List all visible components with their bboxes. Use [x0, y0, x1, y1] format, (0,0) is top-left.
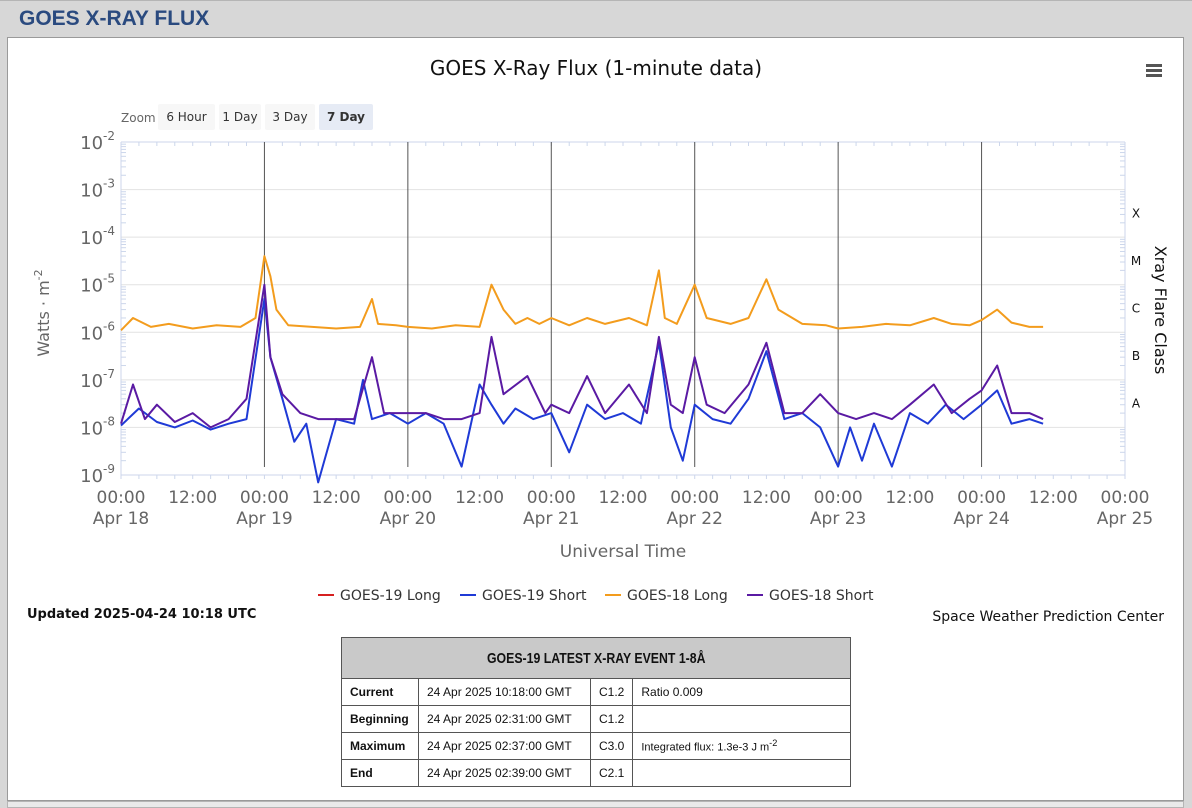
- y-axis-label: Watts · m-2: [32, 269, 53, 356]
- flare-class-label: C: [1132, 302, 1140, 316]
- x-tick-date: Apr 19: [236, 509, 292, 529]
- x-tick-time: 12:00: [168, 488, 217, 508]
- zoom-button-label: 6 Hour: [166, 110, 206, 124]
- x-tick-time: 12:00: [742, 488, 791, 508]
- flare-class-label: B: [1132, 349, 1140, 363]
- y-axis-label-sup: -2: [32, 269, 45, 280]
- flare-class-label: A: [1132, 397, 1141, 411]
- legend-label: GOES-18 Long: [627, 588, 728, 604]
- flare-class-label: M: [1131, 254, 1141, 268]
- event-table: GOES-19 LATEST X-RAY EVENT 1-8Å Current …: [341, 637, 851, 787]
- x-tick-time: 00:00: [670, 488, 719, 508]
- row-extra: [632, 705, 851, 733]
- zoom-label: Zoom: [121, 111, 156, 125]
- zoom-button-1-day[interactable]: 1 Day: [219, 104, 261, 130]
- x-tick-date: Apr 21: [523, 509, 579, 529]
- x-tick-time: 12:00: [885, 488, 934, 508]
- x-tick-date: Apr 25: [1097, 509, 1153, 529]
- legend-item-goes-19-long[interactable]: GOES-19 Long: [318, 588, 441, 604]
- x-tick-time: 12:00: [1029, 488, 1078, 508]
- updated-text: Updated 2025-04-24 10:18 UTC: [27, 607, 256, 622]
- legend-label: GOES-19 Long: [340, 588, 441, 604]
- zoom-button-label: 7 Day: [327, 110, 365, 124]
- chart-title: GOES X-Ray Flux (1-minute data): [430, 56, 762, 80]
- row-extra: Ratio 0.009: [632, 678, 851, 706]
- event-row-current: Current 24 Apr 2025 10:18:00 GMT C1.2 Ra…: [341, 678, 851, 706]
- row-time: 24 Apr 2025 02:31:00 GMT: [418, 705, 591, 733]
- legend-item-goes-18-short[interactable]: GOES-18 Short: [747, 588, 874, 604]
- x-tick-date: Apr 20: [380, 509, 436, 529]
- x-axis-label: Universal Time: [560, 542, 686, 562]
- bottom-strip: [7, 801, 1184, 808]
- row-time: 24 Apr 2025 02:37:00 GMT: [418, 732, 591, 760]
- row-label: Beginning: [341, 705, 419, 733]
- y-tick-label: 10-7: [80, 367, 115, 392]
- row-extra-text: Ratio 0.009: [641, 685, 703, 699]
- credit-text: Space Weather Prediction Center: [932, 609, 1164, 625]
- row-time: 24 Apr 2025 02:39:00 GMT: [418, 759, 591, 787]
- y-tick-label: 10-3: [80, 177, 115, 202]
- event-table-title-text: GOES-19 LATEST X-RAY EVENT 1-8Å: [486, 649, 706, 667]
- row-label: End: [341, 759, 419, 787]
- event-row-end: End 24 Apr 2025 02:39:00 GMT C2.1: [341, 759, 851, 787]
- zoom-button-3-day[interactable]: 3 Day: [265, 104, 315, 130]
- x-tick-time: 00:00: [1101, 488, 1150, 508]
- x-tick-date: Apr 18: [93, 509, 149, 529]
- x-tick-time: 00:00: [814, 488, 863, 508]
- row-extra: Integrated flux: 1.3e-3 J m-2: [632, 732, 851, 760]
- flare-class-label: X: [1132, 206, 1140, 220]
- y-tick-label: 10-6: [80, 319, 115, 344]
- row-time: 24 Apr 2025 10:18:00 GMT: [418, 678, 591, 706]
- x-tick-date: Apr 22: [666, 509, 722, 529]
- row-class: C3.0: [589, 732, 634, 760]
- row-label: Maximum: [341, 732, 419, 760]
- event-table-title: GOES-19 LATEST X-RAY EVENT 1-8Å: [341, 637, 851, 679]
- row-class: C1.2: [589, 678, 634, 706]
- y-tick-label: 10-4: [80, 224, 115, 249]
- y-tick-label: 10-9: [80, 462, 115, 487]
- y-tick-label: 10-8: [80, 414, 115, 439]
- y-axis-label-text: Watts · m: [34, 280, 53, 356]
- y-tick-label: 10-5: [80, 272, 115, 297]
- x-tick-time: 00:00: [527, 488, 576, 508]
- zoom-button-label: 3 Day: [272, 110, 307, 124]
- x-tick-time: 00:00: [957, 488, 1006, 508]
- zoom-button-6-hour[interactable]: 6 Hour: [158, 104, 215, 130]
- legend-label: GOES-18 Short: [769, 588, 874, 604]
- zoom-button-7-day[interactable]: 7 Day: [319, 104, 373, 130]
- hamburger-menu-icon[interactable]: [1140, 58, 1168, 82]
- x-tick-date: Apr 23: [810, 509, 866, 529]
- row-extra: [632, 759, 851, 787]
- plot-area: [121, 142, 1125, 475]
- right-axis-label: Xray Flare Class: [1151, 246, 1170, 375]
- zoom-button-label: 1 Day: [222, 110, 257, 124]
- xray-flux-chart: GOES X-Ray Flux (1-minute data) Zoom 6 H…: [27, 56, 1170, 625]
- x-tick-date: Apr 24: [953, 509, 1009, 529]
- legend-label: GOES-19 Short: [482, 588, 587, 604]
- row-label: Current: [341, 678, 419, 706]
- row-class: C1.2: [589, 705, 634, 733]
- legend-item-goes-19-short[interactable]: GOES-19 Short: [460, 588, 587, 604]
- row-extra-sup: -2: [769, 738, 778, 749]
- x-tick-time: 12:00: [455, 488, 504, 508]
- x-tick-time: 00:00: [240, 488, 289, 508]
- y-tick-label: 10-2: [80, 129, 115, 154]
- x-tick-time: 12:00: [599, 488, 648, 508]
- event-row-beginning: Beginning 24 Apr 2025 02:31:00 GMT C1.2: [341, 705, 851, 733]
- x-tick-time: 00:00: [97, 488, 146, 508]
- x-tick-time: 00:00: [383, 488, 432, 508]
- row-class: C2.1: [589, 759, 634, 787]
- row-extra-text: Integrated flux: 1.3e-3 J m: [641, 741, 770, 754]
- legend-item-goes-18-long[interactable]: GOES-18 Long: [605, 588, 728, 604]
- x-tick-time: 12:00: [312, 488, 361, 508]
- event-row-maximum: Maximum 24 Apr 2025 02:37:00 GMT C3.0 In…: [341, 732, 851, 760]
